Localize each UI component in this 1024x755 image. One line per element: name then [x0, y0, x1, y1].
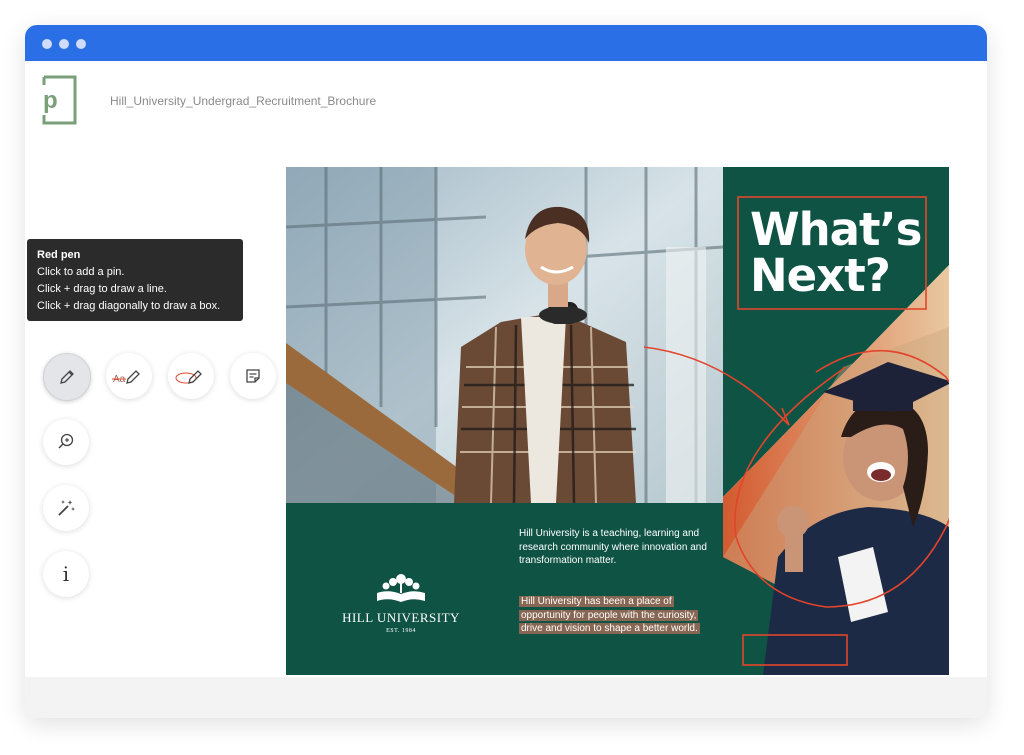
university-logo: HILL UNIVERSITY EST. 1984 — [336, 571, 466, 634]
highlight-annotation[interactable]: Hill University has been a place of oppo… — [519, 596, 700, 635]
tooltip-line: Click + drag diagonally to draw a box. — [37, 300, 221, 312]
app-content: p Hill_University_Undergrad_Recruitment_… — [25, 61, 987, 677]
headline-line-1: What’s — [750, 203, 922, 256]
magic-wand-icon — [58, 500, 75, 516]
book-tree-icon — [377, 574, 425, 602]
pen-icon — [60, 370, 74, 384]
headline-line-2: Next? — [750, 249, 891, 302]
intro-paragraph: Hill University is a teaching, learning … — [519, 528, 707, 567]
university-est: EST. 1984 — [386, 628, 416, 634]
window-dot-maximize[interactable] — [76, 39, 86, 49]
window-titlebar — [25, 25, 987, 61]
magic-wand-tool-button[interactable] — [43, 485, 89, 531]
tooltip-line: Click + drag to draw a line. — [37, 283, 167, 295]
highlighted-paragraph[interactable]: Hill University has been a place of oppo… — [519, 595, 709, 636]
note-icon — [246, 369, 260, 383]
circle-draw-tool-button[interactable] — [168, 353, 214, 399]
window-footer — [25, 677, 987, 718]
university-name: HILL UNIVERSITY — [342, 610, 460, 625]
info-tool-button[interactable]: i — [43, 551, 89, 597]
tooltip-line: Click to add a pin. — [37, 266, 125, 278]
window-dot-close[interactable] — [42, 39, 52, 49]
document-title: Hill_University_Undergrad_Recruitment_Br… — [110, 94, 377, 108]
tool-tooltip: Red pen Click to add a pin. Click + drag… — [27, 239, 243, 321]
note-tool-button[interactable] — [230, 353, 276, 399]
brochure-canvas[interactable]: HILL UNIVERSITY EST. 1984 Hill Universit… — [286, 167, 949, 675]
intro-section: HILL UNIVERSITY EST. 1984 Hill Universit… — [286, 503, 723, 675]
cover-panel: What’s Next? — [723, 167, 949, 675]
student-photo — [286, 167, 724, 504]
circle-pen-icon — [175, 370, 202, 384]
cover-headline: What’s Next? — [750, 207, 940, 299]
zoom-tool-button[interactable] — [43, 419, 89, 465]
info-icon: i — [62, 562, 70, 586]
app-logo-letter: p — [43, 87, 58, 114]
app-window: p Hill_University_Undergrad_Recruitment_… — [25, 25, 987, 718]
window-dot-minimize[interactable] — [59, 39, 69, 49]
text-strike-tool-button[interactable]: Aa — [106, 353, 152, 399]
tooltip-title: Red pen — [37, 249, 81, 261]
red-pen-tool-button[interactable] — [43, 353, 91, 401]
app-logo: p — [41, 75, 77, 125]
zoom-in-icon — [58, 433, 74, 449]
text-strikethrough-pen-icon: Aa — [112, 370, 140, 385]
